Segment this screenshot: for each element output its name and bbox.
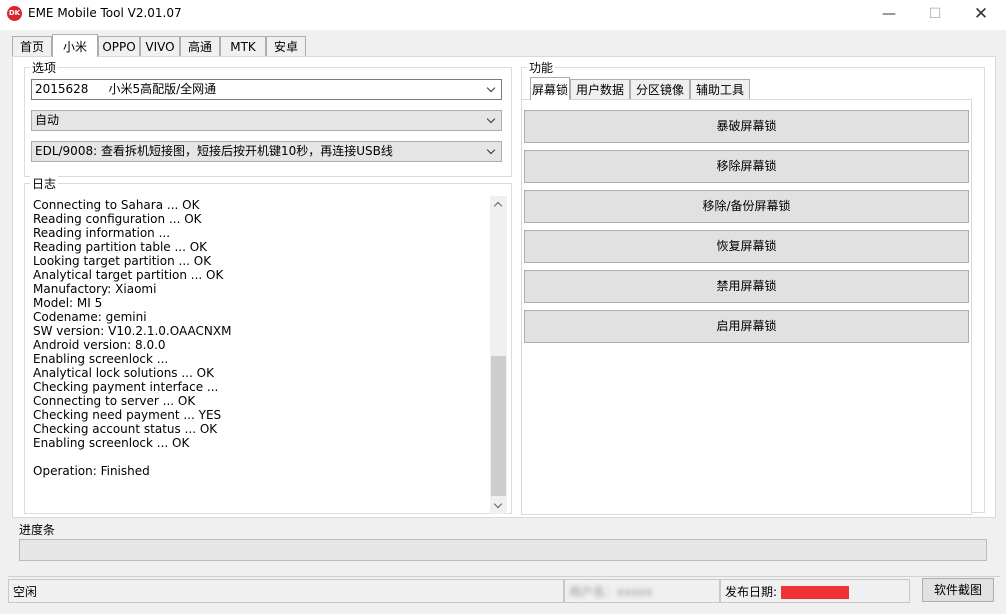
tab-home[interactable]: 首页 — [12, 36, 52, 56]
scroll-up-arrow-icon[interactable] — [490, 196, 507, 213]
log-line: Checking payment interface ... — [33, 380, 219, 394]
model-select[interactable]: 2015628 小米5高配版/全网通 — [31, 79, 502, 100]
model-code: 2015628 — [35, 82, 89, 96]
log-line: Operation: Finished — [33, 464, 150, 478]
log-line: Connecting to server ... OK — [33, 394, 196, 408]
log-scrollbar[interactable] — [490, 196, 507, 514]
chevron-down-icon — [487, 142, 497, 161]
tab-mtk[interactable]: MTK — [220, 36, 266, 56]
log-line: Connecting to Sahara ... OK — [33, 198, 200, 212]
tab-android[interactable]: 安卓 — [266, 36, 306, 56]
close-button[interactable]: ✕ — [958, 0, 1004, 30]
log-line: Codename: gemini — [33, 310, 147, 324]
progress-title: 进度条 — [19, 523, 56, 537]
release-label: 发布日期: — [725, 585, 778, 599]
log-line: Model: MI 5 — [33, 296, 103, 310]
tab-vivo[interactable]: VIVO — [140, 36, 180, 56]
log-line: Manufactory: Xiaomi — [33, 282, 157, 296]
progress-bar — [19, 539, 987, 561]
log-line: Checking account status ... OK — [33, 422, 218, 436]
functions-title: 功能 — [527, 59, 556, 76]
chevron-down-icon — [487, 80, 497, 99]
screen-lock-panel: 暴破屏幕锁 移除屏幕锁 移除/备份屏幕锁 恢复屏幕锁 禁用屏幕锁 启用屏幕锁 — [521, 99, 972, 515]
log-line: Android version: 8.0.0 — [33, 338, 166, 352]
status-state: 空闲 — [8, 579, 564, 603]
remove-backup-screenlock-button[interactable]: 移除/备份屏幕锁 — [524, 190, 969, 223]
tab-user-data[interactable]: 用户数据 — [570, 79, 630, 99]
status-bar: 空闲 用户名：xxxxx 发布日期: — [8, 576, 1000, 607]
tab-qualcomm[interactable]: 高通 — [180, 36, 220, 56]
scroll-down-arrow-icon[interactable] — [490, 497, 507, 514]
disable-screenlock-button[interactable]: 禁用屏幕锁 — [524, 270, 969, 303]
enable-screenlock-button[interactable]: 启用屏幕锁 — [524, 310, 969, 343]
chevron-down-icon — [487, 111, 497, 130]
mode-value: 自动 — [35, 113, 60, 127]
log-line: Reading configuration ... OK — [33, 212, 202, 226]
tab-partition-image[interactable]: 分区镜像 — [630, 79, 690, 99]
title-bar: DK EME Mobile Tool V2.01.07 — ☐ ✕ — [0, 0, 1006, 30]
log-line: Looking target partition ... OK — [33, 254, 212, 268]
screenshot-button[interactable]: 软件截图 — [922, 578, 994, 602]
window-title: EME Mobile Tool V2.01.07 — [28, 6, 182, 20]
edl-value: EDL/9008: 查看拆机短接图，短接后按开机键10秒，再连接USB线 — [35, 144, 393, 158]
log-line: Enabling screenlock ... OK — [33, 436, 190, 450]
log-line: Analytical target partition ... OK — [33, 268, 224, 282]
release-date-redacted — [781, 586, 850, 599]
model-name: 小米5高配版/全网通 — [108, 82, 217, 96]
log-line: SW version: V10.2.1.0.OAACNXM — [33, 324, 232, 338]
log-line: Enabling screenlock ... — [33, 352, 169, 366]
log-line: Reading partition table ... OK — [33, 240, 208, 254]
options-title: 选项 — [30, 59, 59, 76]
xiaomi-tab-panel: 选项 2015628 小米5高配版/全网通 自动 EDL/9008: 查看拆机短接… — [12, 56, 996, 518]
options-group: 选项 2015628 小米5高配版/全网通 自动 EDL/9008: 查看拆机短接… — [24, 59, 512, 177]
tab-xiaomi[interactable]: 小米 — [52, 34, 98, 57]
bruteforce-screenlock-button[interactable]: 暴破屏幕锁 — [524, 110, 969, 143]
tab-screen-lock[interactable]: 屏幕锁 — [530, 77, 570, 100]
status-release: 发布日期: — [720, 579, 910, 603]
status-user: 用户名：xxxxx — [564, 579, 720, 603]
maximize-button[interactable]: ☐ — [912, 0, 958, 30]
log-line: Analytical lock solutions ... OK — [33, 366, 214, 380]
log-line: Reading information ... — [33, 226, 171, 240]
log-group: 日志 Connecting to Sahara ... OK Reading c… — [24, 175, 512, 514]
mode-select[interactable]: 自动 — [31, 110, 502, 131]
functions-group: 功能 屏幕锁 用户数据 分区镜像 辅助工具 暴破屏幕锁 移除屏幕锁 移除/备份屏… — [521, 59, 985, 515]
edl-select[interactable]: EDL/9008: 查看拆机短接图，短接后按开机键10秒，再连接USB线 — [31, 141, 502, 162]
log-output: Connecting to Sahara ... OK Reading conf… — [33, 198, 507, 506]
minimize-button[interactable]: — — [866, 0, 912, 30]
tab-oppo[interactable]: OPPO — [98, 36, 140, 56]
restore-screenlock-button[interactable]: 恢复屏幕锁 — [524, 230, 969, 263]
app-logo-icon: DK — [7, 6, 22, 21]
tab-aux-tools[interactable]: 辅助工具 — [690, 79, 750, 99]
log-line: Checking need payment ... YES — [33, 408, 222, 422]
log-title: 日志 — [30, 175, 59, 192]
scroll-thumb[interactable] — [491, 356, 506, 496]
remove-screenlock-button[interactable]: 移除屏幕锁 — [524, 150, 969, 183]
user-info: 用户名：xxxxx — [569, 585, 653, 599]
